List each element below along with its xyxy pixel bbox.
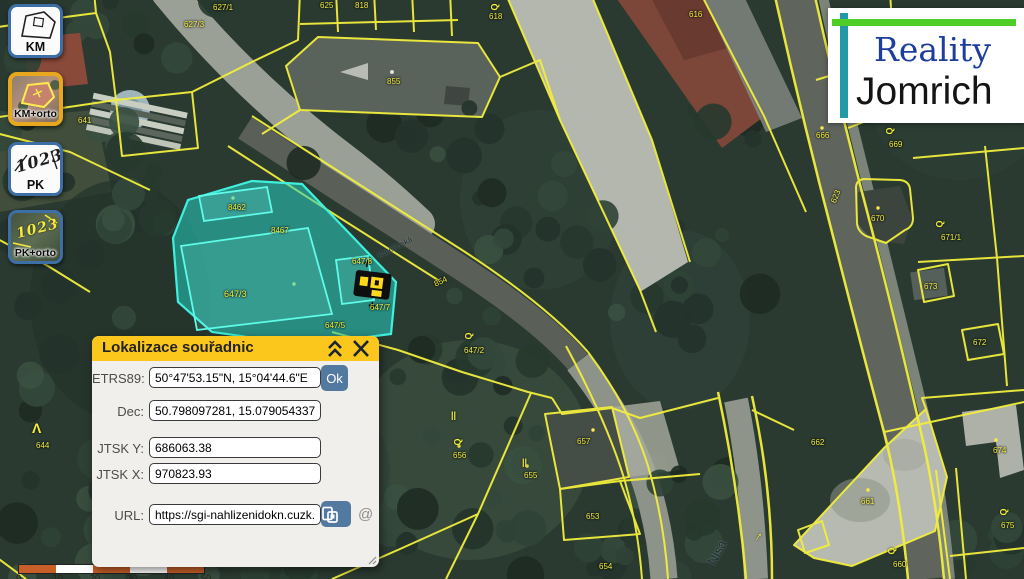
- jtsk-x-input[interactable]: [149, 463, 321, 484]
- collapse-icon[interactable]: [325, 339, 345, 358]
- layer-button-label: KM: [11, 40, 60, 55]
- map-viewport: 627/1627/362581861861664184628467647/864…: [0, 0, 1024, 579]
- jtsk-x-label: JTSK X:: [92, 467, 144, 482]
- layer-button-label: PK+orto: [11, 246, 60, 261]
- layer-button-label: PK: [11, 178, 60, 193]
- localization-dialog: Lokalizace souřadnic ETRS89: Ok Dec: JTS…: [92, 336, 379, 567]
- layer-button-km[interactable]: KM: [8, 4, 63, 58]
- logo-green-bar: [832, 19, 1016, 26]
- layer-button-km-orto[interactable]: KM+orto: [8, 72, 63, 126]
- etrs89-label: ETRS89:: [92, 371, 144, 386]
- dialog-titlebar[interactable]: Lokalizace souřadnic: [92, 336, 379, 361]
- logo-line2: Jomrich: [856, 70, 993, 114]
- jtsk-y-label: JTSK Y:: [92, 441, 144, 456]
- logo-teal-bar: [840, 13, 848, 118]
- dec-label: Dec:: [92, 404, 144, 419]
- logo-line1: Reality: [874, 30, 991, 69]
- url-input[interactable]: [149, 504, 321, 525]
- dec-input[interactable]: [149, 400, 321, 421]
- ok-button[interactable]: Ok: [321, 365, 348, 391]
- close-icon[interactable]: [351, 339, 371, 358]
- resize-handle[interactable]: [368, 556, 377, 565]
- email-icon[interactable]: @: [358, 506, 373, 523]
- etrs89-input[interactable]: [149, 367, 321, 388]
- layer-button-label: KM+orto: [12, 107, 59, 122]
- layer-button-pk[interactable]: 1023 PK: [8, 142, 63, 196]
- jtsk-y-input[interactable]: [149, 437, 321, 458]
- copy-url-button[interactable]: [321, 501, 351, 527]
- dialog-title: Lokalizace souřadnic: [102, 339, 254, 356]
- url-label: URL:: [92, 508, 144, 523]
- layer-button-pk-orto[interactable]: 1023 PK+orto: [8, 210, 63, 264]
- copy-icon: [321, 506, 339, 524]
- reality-jomrich-logo: Reality Jomrich: [828, 8, 1024, 123]
